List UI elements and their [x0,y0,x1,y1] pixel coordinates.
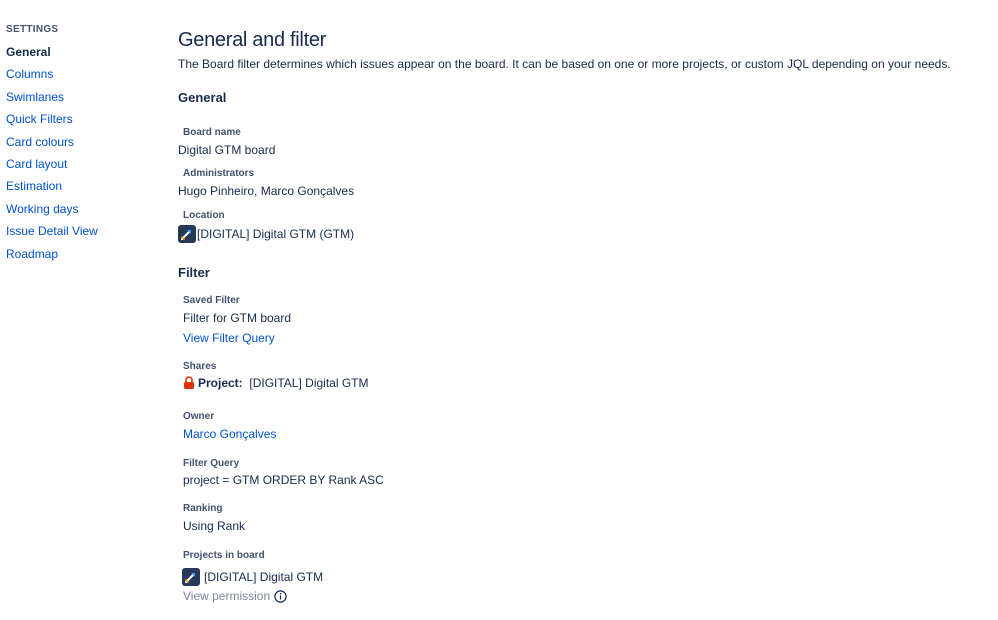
sidebar-heading: SETTINGS [6,24,59,35]
general-section-heading: General [178,90,227,105]
project-list-item: [DIGITAL] Digital GTM [182,568,323,586]
settings-sidebar: SETTINGS General Columns Swimlanes Quick… [6,24,156,265]
board-name-label: Board name [183,127,241,138]
saved-filter-label: Saved Filter [183,295,240,306]
shares-project: [DIGITAL] Digital GTM [249,376,369,390]
shares-type: Project: [198,376,243,390]
location-label: Location [183,210,225,221]
filter-section-heading: Filter [178,265,210,280]
sidebar-item-card-layout[interactable]: Card layout [6,153,156,175]
ranking-value: Using Rank [183,519,246,533]
location-value: [DIGITAL] Digital GTM (GTM) [178,225,354,243]
board-name-value: Digital GTM board [178,143,276,157]
owner-link[interactable]: Marco Gonçalves [183,427,276,441]
location-text: [DIGITAL] Digital GTM (GTM) [197,227,355,241]
sidebar-item-working-days[interactable]: Working days [6,198,156,220]
view-filter-query-link[interactable]: View Filter Query [183,331,275,345]
administrators-value: Hugo Pinheiro, Marco Gonçalves [178,184,355,198]
sidebar-item-estimation[interactable]: Estimation [6,175,156,197]
administrators-label: Administrators [183,168,255,179]
rocket-icon [182,568,200,586]
sidebar-item-swimlanes[interactable]: Swimlanes [6,86,156,108]
sidebar-item-issue-detail-view[interactable]: Issue Detail View [6,220,156,242]
owner-label: Owner [183,411,215,422]
sidebar-item-roadmap[interactable]: Roadmap [6,243,156,265]
sidebar-item-card-colours[interactable]: Card colours [6,131,156,153]
sidebar-item-columns[interactable]: Columns [6,63,156,85]
page-title: General and filter [178,29,327,51]
filter-query-label: Filter Query [183,458,240,469]
sidebar-item-quick-filters[interactable]: Quick Filters [6,108,156,130]
shares-value: Project: [DIGITAL] Digital GTM [183,376,369,390]
lock-icon [183,376,195,389]
sidebar-item-general[interactable]: General [6,41,156,63]
projects-in-board-label: Projects in board [183,550,265,561]
page-description: The Board filter determines which issues… [178,57,951,71]
main-content: General and filter The Board filter dete… [178,28,978,72]
rocket-icon [178,225,196,243]
project-name: [DIGITAL] Digital GTM [204,570,324,584]
view-permission-label: View permission [183,589,271,603]
info-icon[interactable] [274,590,287,606]
sidebar-nav: General Columns Swimlanes Quick Filters … [6,41,156,265]
filter-query-value: project = GTM ORDER BY Rank ASC [183,473,384,487]
view-permission-row: View permission [183,589,287,606]
shares-label: Shares [183,361,217,372]
ranking-label: Ranking [183,503,223,514]
saved-filter-value: Filter for GTM board [183,311,292,325]
